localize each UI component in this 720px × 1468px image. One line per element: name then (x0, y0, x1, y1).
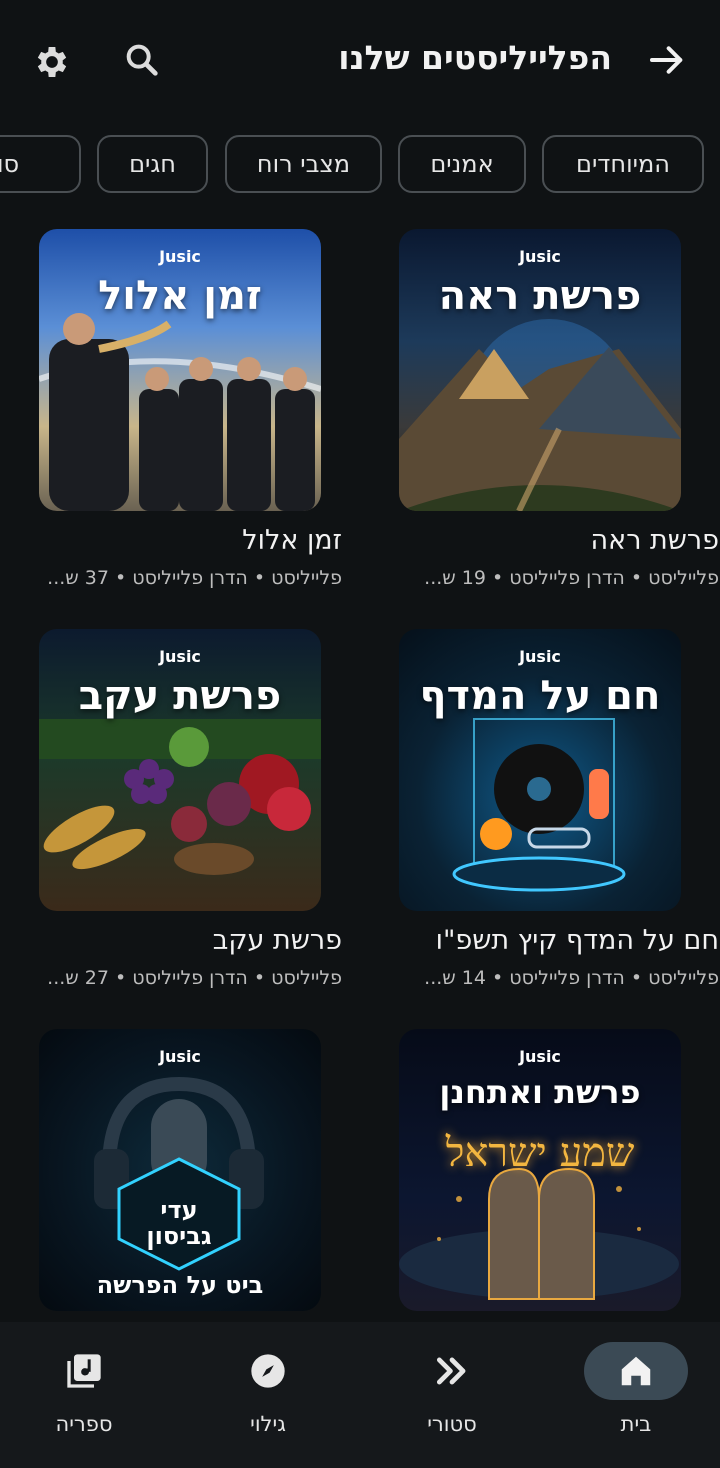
nav-story[interactable]: סטורי (382, 1342, 522, 1452)
cover-brand: Jusic (519, 647, 561, 666)
nav-label: סטורי (427, 1412, 477, 1436)
home-icon (584, 1342, 688, 1400)
cover-title: חם על המדף (419, 673, 661, 719)
cover-title: עדי גביסון (146, 1196, 212, 1251)
cover-brand: Jusic (159, 247, 201, 266)
nav-label: גילוי (250, 1412, 286, 1436)
bottom-navigation: בית סטורי גילוי ספריה (0, 1322, 720, 1468)
playlist-subtitle: פלייליסט • הדרן פלייליסט • 37 ש... (47, 567, 342, 589)
mountains-illustration (399, 319, 681, 511)
playlist-cover: Jusic פרשת ראה (399, 229, 681, 511)
cover-brand: Jusic (159, 647, 201, 666)
microphone-illustration (94, 1076, 264, 1271)
people-illustration (39, 313, 321, 511)
nav-home[interactable]: בית (566, 1342, 706, 1452)
cover-title: פרשת ואתחנן (439, 1073, 641, 1111)
chip-more[interactable]: סופ (0, 135, 81, 193)
back-button[interactable] (640, 38, 694, 82)
playlist-subtitle: פלייליסט • הדרן פלייליסט • 19 ש... (424, 567, 719, 589)
story-icon (400, 1342, 504, 1400)
search-icon (126, 44, 158, 76)
chip-moods[interactable]: מצבי רוח (225, 135, 382, 193)
chip-special[interactable]: המיוחדים (542, 135, 704, 193)
nav-library[interactable]: ספריה (14, 1342, 154, 1452)
cover-title: זמן אלול (98, 273, 262, 319)
cover-brand: Jusic (159, 1047, 201, 1066)
compass-icon (216, 1342, 320, 1400)
chip-holidays[interactable]: חגים (97, 135, 208, 193)
top-app-bar: הפלייליסטים שלנו (0, 0, 720, 120)
category-chips: המיוחדים אמנים מצבי רוח חגים סופ (0, 135, 720, 195)
cover-brand: Jusic (519, 247, 561, 266)
nav-discover[interactable]: גילוי (198, 1342, 338, 1452)
page-title: הפלייליסטים שלנו (338, 38, 612, 77)
search-button[interactable] (120, 38, 164, 82)
playlist-cover: Jusic פרשת עקב (39, 629, 321, 911)
cover-brand: Jusic (519, 1047, 561, 1066)
playlist-title: פרשת ראה (590, 525, 720, 556)
playlist-subtitle: פלייליסט • הדרן פלייליסט • 27 ש... (47, 967, 342, 989)
nav-label: בית (620, 1412, 652, 1436)
nav-label: ספריה (55, 1412, 113, 1436)
playlist-subtitle: פלייליסט • הדרן פלייליסט • 14 ש... (424, 967, 719, 989)
playlist-cover: Jusic פרשת ואתחנן שמע ישראל (399, 1029, 681, 1311)
playlist-cover: Jusic עדי גביסון ביט על הפרשה (39, 1029, 321, 1311)
playlist-title: חם על המדף קיץ תשפ"ו (435, 925, 719, 956)
arrow-right-icon (650, 46, 683, 74)
cover-title: פרשת ראה (438, 273, 642, 319)
cover-title: פרשת עקב (78, 673, 282, 719)
cover-subtext: ביט על הפרשה (96, 1271, 264, 1299)
gear-icon (37, 47, 67, 77)
chip-artists[interactable]: אמנים (398, 135, 526, 193)
vinyl-illustration (452, 718, 626, 892)
playlist-title: פרשת עקב (212, 925, 342, 956)
playlist-title: זמן אלול (242, 525, 342, 556)
cover-subtext: שמע ישראל (445, 1130, 635, 1176)
settings-button[interactable] (30, 40, 74, 84)
playlist-cover: Jusic חם על המדף (399, 629, 681, 911)
playlist-cover: Jusic זמן אלול (39, 229, 321, 511)
library-icon (32, 1342, 136, 1400)
fruits-illustration (39, 719, 321, 875)
